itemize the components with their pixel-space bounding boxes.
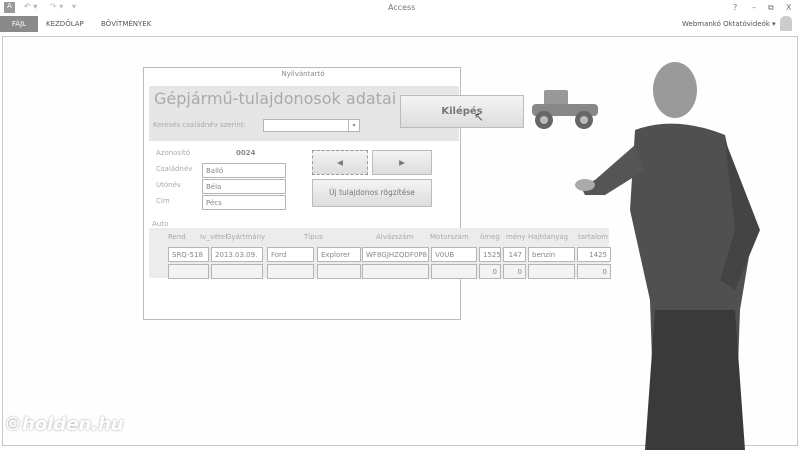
form-window-title: Nyilvántartó xyxy=(281,70,325,78)
tab-addins[interactable]: BŐVÍTMÉNYEK xyxy=(101,16,151,32)
address-field[interactable]: Pécs xyxy=(202,195,286,210)
column-header[interactable]: Típus xyxy=(304,233,323,241)
customize-icon[interactable]: ▾ xyxy=(72,2,76,11)
column-header[interactable]: Motorszám xyxy=(430,233,469,241)
table-cell[interactable]: Ford xyxy=(267,247,314,262)
new-owner-button[interactable]: Új tulajdonos rögzítése xyxy=(312,179,432,207)
subform-label: Auto xyxy=(152,220,169,228)
search-combobox[interactable]: ▾ xyxy=(263,119,360,132)
id-label: Azonosító xyxy=(156,149,191,157)
form-window: Nyilvántartó Gépjármű-tulajdonosok adata… xyxy=(143,67,611,320)
table-cell[interactable] xyxy=(362,264,429,279)
minimize-button[interactable]: – xyxy=(752,3,756,12)
chevron-down-icon[interactable]: ▾ xyxy=(348,120,359,131)
avatar[interactable] xyxy=(780,16,792,31)
firstname-label: Utónév xyxy=(156,181,182,189)
table-cell[interactable]: Explorer xyxy=(317,247,361,262)
undo-icon[interactable]: ↶ ▾ xyxy=(24,2,37,11)
id-value: 0024 xyxy=(236,149,256,157)
lastname-label: Családnév xyxy=(156,165,193,173)
access-logo-icon: A xyxy=(4,2,15,13)
app-title: Access xyxy=(388,3,416,12)
user-name: Webmankó Oktatóvideók xyxy=(682,20,770,28)
table-cell[interactable]: 2013.03.09. xyxy=(211,247,263,262)
search-label: Keresés családnév szerint: xyxy=(153,121,246,129)
table-cell[interactable]: 0 xyxy=(479,264,501,279)
close-button[interactable]: X xyxy=(786,3,791,12)
column-header[interactable]: mény xyxy=(506,233,526,241)
cursor-icon: ↖ xyxy=(474,110,485,124)
next-record-button[interactable]: ▶ xyxy=(372,150,432,175)
table-cell[interactable]: SRQ-518 xyxy=(168,247,209,262)
address-label: Cím xyxy=(156,197,170,205)
ribbon: FÁJL KEZDŐLAP BŐVÍTMÉNYEK Webmankó Oktat… xyxy=(0,16,800,34)
redo-icon[interactable]: ↷ ▾ xyxy=(50,2,63,11)
table-cell[interactable]: 1525 xyxy=(479,247,501,262)
column-header[interactable]: Rend xyxy=(168,233,186,241)
help-button[interactable]: ? xyxy=(733,3,737,12)
lastname-field[interactable]: Balló xyxy=(202,163,286,178)
column-header[interactable]: Hajtóanyag xyxy=(528,233,568,241)
page-title: Gépjármű-tulajdonosok adatai xyxy=(154,89,397,108)
table-cell[interactable] xyxy=(431,264,477,279)
previous-record-button[interactable]: ◀ xyxy=(312,150,368,175)
table-cell[interactable] xyxy=(528,264,575,279)
form-header: Gépjármű-tulajdonosok adatai Keresés csa… xyxy=(149,86,524,141)
table-cell[interactable] xyxy=(267,264,314,279)
table-cell[interactable]: 147 xyxy=(503,247,526,262)
title-bar: A ↶ ▾ ↷ ▾ ▾ Access ? – ⧉ X xyxy=(0,0,800,16)
column-header[interactable]: ömeg xyxy=(480,233,500,241)
tab-home[interactable]: KEZDŐLAP xyxy=(46,16,84,32)
table-cell[interactable]: V0UB xyxy=(431,247,477,262)
table-cell[interactable] xyxy=(211,264,263,279)
table-cell[interactable]: benzin xyxy=(528,247,575,262)
presenter-photo xyxy=(575,62,760,450)
restore-button[interactable]: ⧉ xyxy=(768,3,774,13)
tab-file[interactable]: FÁJL xyxy=(0,16,38,32)
table-cell[interactable]: 0 xyxy=(503,264,526,279)
table-cell[interactable] xyxy=(317,264,361,279)
column-header[interactable]: Iv_vétel xyxy=(200,233,227,241)
column-header[interactable]: Alvázszám xyxy=(376,233,413,241)
user-account[interactable]: Webmankó Oktatóvideók ▾ xyxy=(682,16,776,32)
table-cell[interactable] xyxy=(168,264,209,279)
watermark: ©holden.hu xyxy=(4,414,124,435)
column-header[interactable]: Gyártmány xyxy=(226,233,265,241)
exit-button[interactable]: Kilépés xyxy=(400,95,524,128)
table-cell[interactable]: WF8GJHZQDF0P8 xyxy=(362,247,429,262)
firstname-field[interactable]: Béla xyxy=(202,179,286,194)
